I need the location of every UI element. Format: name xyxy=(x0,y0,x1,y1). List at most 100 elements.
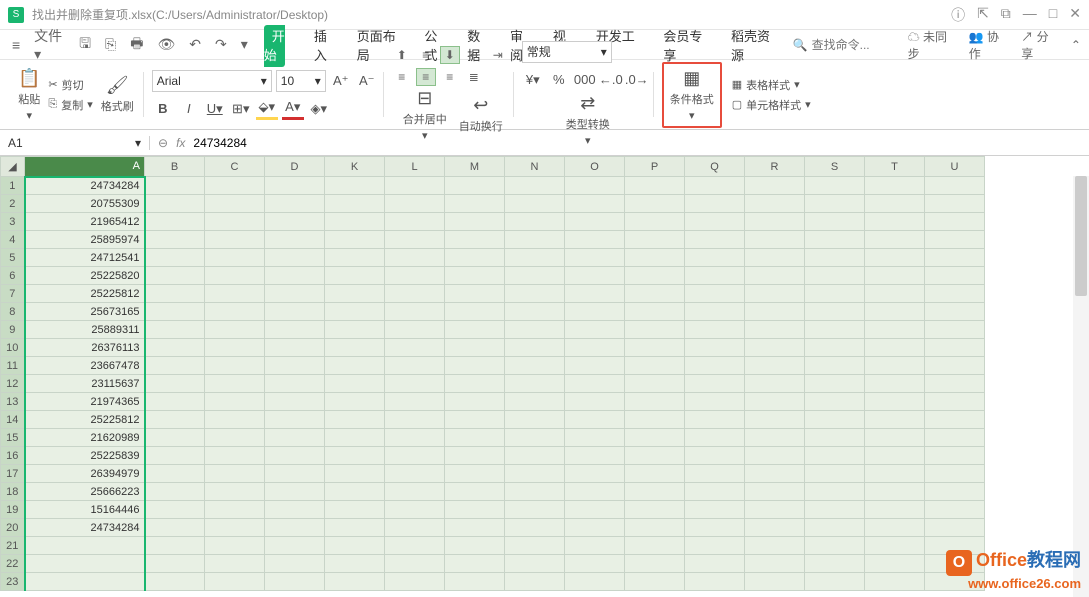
cell[interactable]: 25225820 xyxy=(25,267,145,285)
cell[interactable] xyxy=(805,483,865,501)
cell[interactable] xyxy=(145,555,205,573)
cell[interactable] xyxy=(865,447,925,465)
table-row[interactable]: 1425225812 xyxy=(1,411,985,429)
cell[interactable] xyxy=(265,501,325,519)
cell[interactable] xyxy=(685,195,745,213)
table-row[interactable]: 1026376113 xyxy=(1,339,985,357)
cell[interactable] xyxy=(565,195,625,213)
cell[interactable] xyxy=(745,321,805,339)
cell[interactable] xyxy=(925,501,985,519)
cell[interactable] xyxy=(565,231,625,249)
decrease-decimal-button[interactable]: ←.0 xyxy=(600,69,622,91)
cell[interactable] xyxy=(385,501,445,519)
cell[interactable] xyxy=(145,213,205,231)
cell[interactable] xyxy=(685,429,745,447)
cell[interactable] xyxy=(145,339,205,357)
col-header[interactable]: S xyxy=(805,157,865,177)
table-row[interactable]: 524712541 xyxy=(1,249,985,267)
cell[interactable] xyxy=(505,213,565,231)
cell[interactable] xyxy=(265,321,325,339)
cell[interactable] xyxy=(385,339,445,357)
cell[interactable] xyxy=(325,483,385,501)
cell[interactable] xyxy=(745,249,805,267)
cell[interactable] xyxy=(325,429,385,447)
cell[interactable]: 24734284 xyxy=(25,519,145,537)
row-header[interactable]: 13 xyxy=(1,393,25,411)
cell[interactable] xyxy=(805,375,865,393)
cell[interactable] xyxy=(505,411,565,429)
cell[interactable] xyxy=(265,303,325,321)
col-header[interactable]: T xyxy=(865,157,925,177)
cell[interactable] xyxy=(505,465,565,483)
cut-button[interactable]: ✂剪切 xyxy=(48,77,92,93)
cell[interactable] xyxy=(205,357,265,375)
cell[interactable] xyxy=(145,249,205,267)
cell[interactable] xyxy=(625,321,685,339)
cell[interactable] xyxy=(445,411,505,429)
row-header[interactable]: 2 xyxy=(1,195,25,213)
col-header[interactable]: D xyxy=(265,157,325,177)
cell[interactable] xyxy=(565,393,625,411)
cell[interactable] xyxy=(685,321,745,339)
cell[interactable] xyxy=(205,339,265,357)
cell[interactable] xyxy=(745,303,805,321)
cell[interactable] xyxy=(325,519,385,537)
row-header[interactable]: 10 xyxy=(1,339,25,357)
cell[interactable] xyxy=(685,483,745,501)
align-left-button[interactable]: ≡ xyxy=(392,68,412,86)
table-row[interactable]: 220755309 xyxy=(1,195,985,213)
cell[interactable] xyxy=(325,375,385,393)
cell[interactable] xyxy=(565,213,625,231)
cell[interactable] xyxy=(865,303,925,321)
cell[interactable] xyxy=(805,249,865,267)
row-header[interactable]: 8 xyxy=(1,303,25,321)
cell[interactable] xyxy=(145,411,205,429)
cell[interactable] xyxy=(385,555,445,573)
justify-button[interactable]: ≣ xyxy=(464,68,484,86)
cell[interactable] xyxy=(865,231,925,249)
cell[interactable] xyxy=(685,555,745,573)
cell[interactable] xyxy=(505,519,565,537)
cell[interactable] xyxy=(205,537,265,555)
row-header[interactable]: 7 xyxy=(1,285,25,303)
cell[interactable] xyxy=(685,375,745,393)
close-icon[interactable]: ✕ xyxy=(1069,5,1081,25)
cell[interactable] xyxy=(265,339,325,357)
type-convert-button[interactable]: ⇄类型转换▾ xyxy=(562,91,614,149)
cell[interactable] xyxy=(205,213,265,231)
cell[interactable] xyxy=(745,447,805,465)
cell[interactable] xyxy=(805,339,865,357)
cell[interactable] xyxy=(445,177,505,195)
cell[interactable] xyxy=(865,501,925,519)
cell[interactable] xyxy=(865,357,925,375)
cell[interactable] xyxy=(145,447,205,465)
cell[interactable] xyxy=(925,429,985,447)
cell[interactable] xyxy=(925,483,985,501)
cell[interactable] xyxy=(805,411,865,429)
col-header[interactable]: Q xyxy=(685,157,745,177)
cell[interactable]: 25225839 xyxy=(25,447,145,465)
cell[interactable] xyxy=(745,357,805,375)
save-icon[interactable]: 🖫 xyxy=(75,31,95,59)
cell[interactable] xyxy=(925,321,985,339)
cell[interactable] xyxy=(385,537,445,555)
cell[interactable] xyxy=(565,447,625,465)
cell[interactable] xyxy=(685,285,745,303)
cell[interactable] xyxy=(265,537,325,555)
cell[interactable] xyxy=(205,249,265,267)
cell[interactable] xyxy=(565,339,625,357)
undo-icon[interactable]: ↶ xyxy=(185,34,205,55)
cell[interactable] xyxy=(625,303,685,321)
cell[interactable] xyxy=(445,303,505,321)
cell[interactable] xyxy=(565,555,625,573)
cell[interactable] xyxy=(625,231,685,249)
indent-decrease-button[interactable]: ⇤ xyxy=(464,46,484,64)
cell[interactable] xyxy=(445,285,505,303)
cell[interactable] xyxy=(385,231,445,249)
row-header[interactable]: 4 xyxy=(1,231,25,249)
table-row[interactable]: 1825666223 xyxy=(1,483,985,501)
cell[interactable] xyxy=(205,411,265,429)
cell[interactable]: 25225812 xyxy=(25,285,145,303)
cell[interactable] xyxy=(205,519,265,537)
cell[interactable] xyxy=(265,357,325,375)
